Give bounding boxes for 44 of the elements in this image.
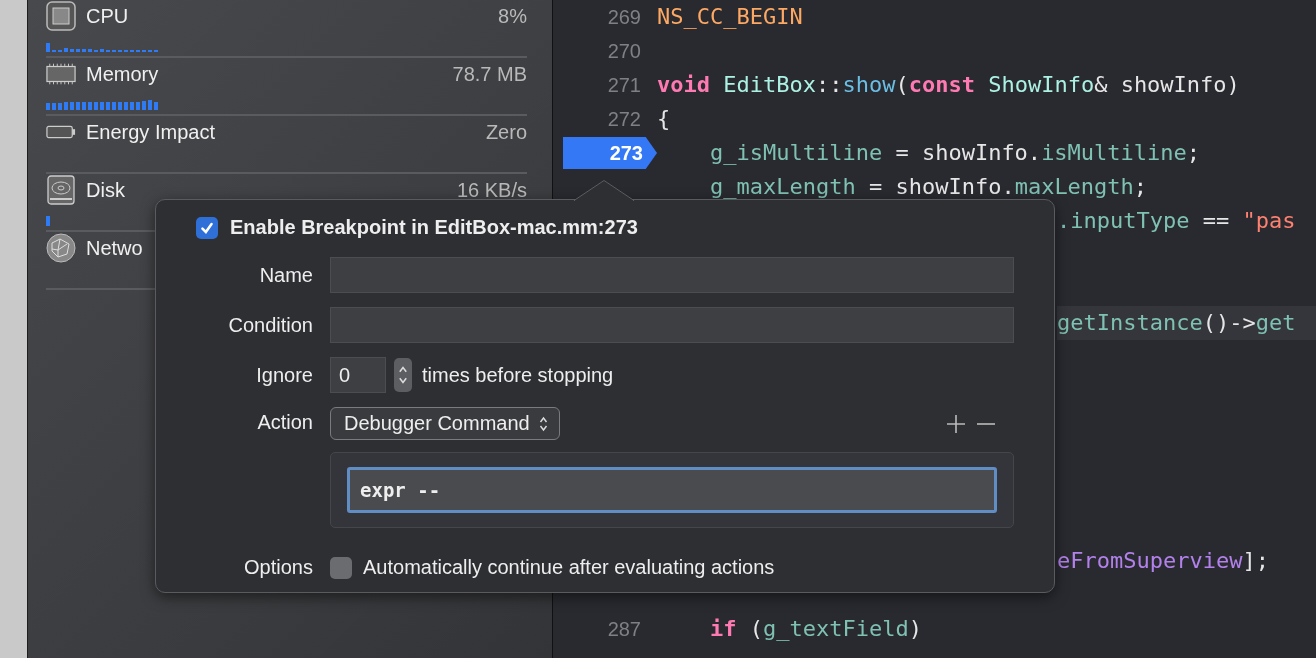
gauge-value: 16 KB/s: [456, 180, 527, 200]
field-label: Name: [258, 263, 313, 287]
gauge-value: 8%: [498, 6, 527, 26]
code-line: void EditBox::show(const ShowInfo& showInfo): [657, 71, 1240, 99]
continue-label: Automatically continue after evaluating actions: [363, 556, 775, 579]
code-line: g_maxLength = showInfo.maxLength;: [708, 173, 1148, 201]
ignore-count-field[interactable]: 0: [330, 357, 386, 393]
gauge-value: 78.7 MB: [452, 64, 527, 84]
globe-icon: [46, 233, 76, 263]
command-field[interactable]: expr --: [347, 467, 997, 513]
field-label: Ignore: [255, 363, 313, 387]
line-number: 287: [607, 616, 642, 642]
code-line: {: [657, 105, 671, 133]
line-number: 271: [607, 72, 642, 98]
up-down-arrows-icon: [537, 414, 549, 433]
ignore-suffix: times before stopping: [422, 363, 614, 387]
line-number: 272: [607, 106, 642, 132]
enable-label: Enable Breakpoint in EditBox-mac.mm:273: [230, 216, 638, 239]
condition-field[interactable]: [330, 307, 1014, 343]
chip-icon: [46, 1, 76, 31]
line-number: 270: [607, 38, 642, 64]
line-number: 269: [607, 4, 642, 30]
gauge-value: Zero: [485, 122, 527, 142]
gauge-label: CPU: [86, 6, 129, 26]
continue-checkbox[interactable]: [330, 556, 352, 579]
field-label: Condition: [227, 313, 313, 337]
gauge-label: Netwo: [86, 238, 143, 258]
enable-checkbox[interactable]: [196, 216, 218, 239]
gauge-label: Energy Impact: [86, 122, 215, 142]
code-line: if (g_textField): [708, 615, 922, 643]
breakpoint-marker[interactable]: 273: [563, 137, 657, 169]
field-label: Options: [243, 556, 313, 579]
gauge-label: Disk: [86, 180, 125, 200]
action-popup[interactable]: Debugger Command: [330, 407, 560, 440]
code-line: g_isMultiline = showInfo.isMultiline;: [708, 139, 1201, 167]
stepper[interactable]: [394, 358, 412, 392]
code-line: eFromSuperview];: [1057, 547, 1270, 575]
name-field[interactable]: [330, 257, 1014, 293]
usage-graph: [46, 214, 52, 226]
add-icon[interactable]: [946, 413, 966, 434]
code-line: .inputType == "pas: [1057, 207, 1297, 235]
code-line: NS_CC_BEGIN: [657, 3, 803, 31]
gauge-label: Memory: [86, 64, 159, 84]
field-label: Action: [256, 411, 313, 434]
